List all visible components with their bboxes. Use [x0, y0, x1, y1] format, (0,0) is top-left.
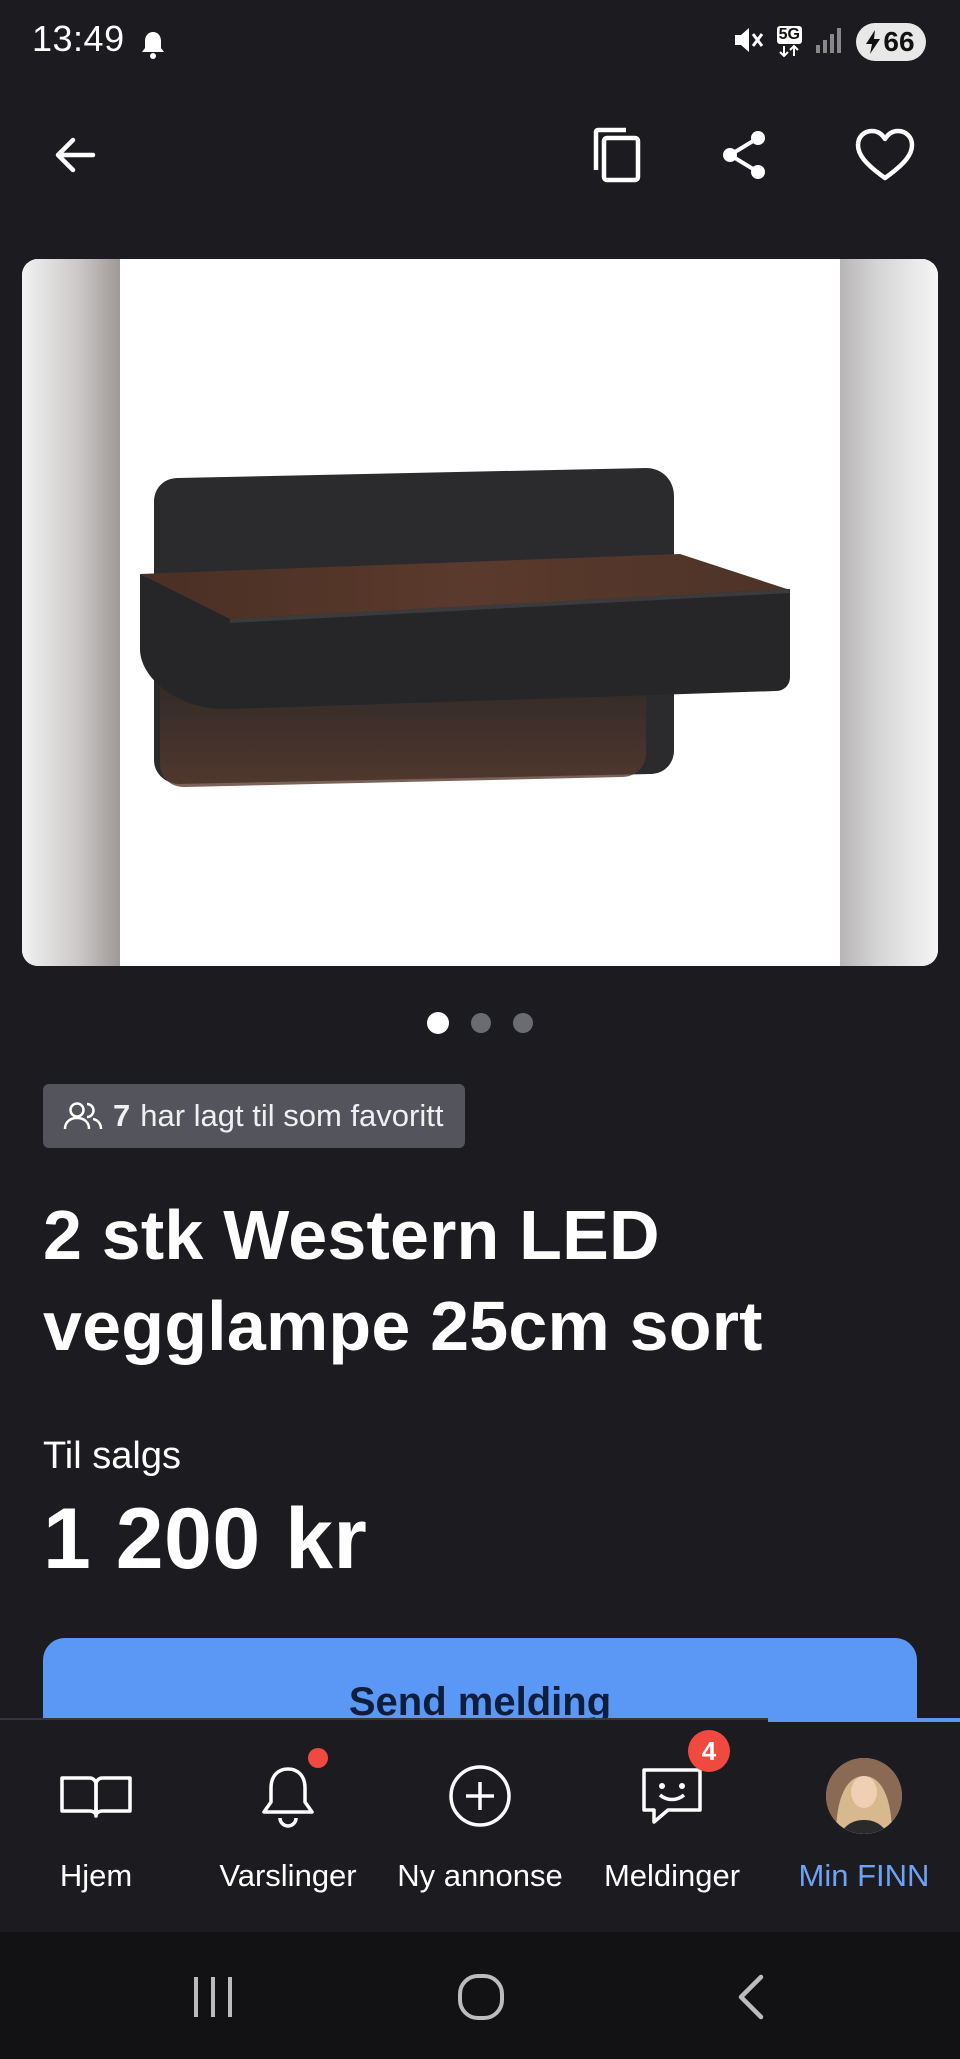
notifications-unread-dot	[308, 1748, 328, 1768]
messages-unread-badge: 4	[688, 1730, 730, 1772]
network-type-label: 5G	[776, 26, 802, 44]
pagination-dot-2[interactable]	[471, 1013, 491, 1033]
nav-item-min-finn[interactable]: Min FINN	[768, 1718, 960, 1932]
home-circle-icon	[458, 1974, 504, 2020]
nav-item-notifications[interactable]: Varslinger	[192, 1718, 384, 1932]
bottom-navigation: Hjem Varslinger Ny annonse 4 Meldinger M…	[0, 1718, 960, 1932]
status-bar: 13:49 5G 66	[0, 0, 960, 86]
mute-vibrate-icon	[731, 23, 765, 62]
nav-label-new-ad: Ny annonse	[397, 1858, 563, 1893]
nav-item-home[interactable]: Hjem	[0, 1718, 192, 1932]
network-5g-icon: 5G	[776, 26, 802, 58]
back-button[interactable]	[42, 122, 108, 188]
favorites-text: har lagt til som favoritt	[140, 1098, 444, 1133]
listing-title: 2 stk Western LED vegglampe 25cm sort	[43, 1196, 763, 1365]
listing-price: 1 200 kr	[43, 1491, 368, 1587]
carousel-pagination	[0, 1012, 960, 1034]
notification-bell-status-icon	[140, 30, 166, 65]
book-icon	[54, 1754, 138, 1838]
sale-type-label: Til salgs	[43, 1435, 181, 1477]
system-back-button[interactable]	[716, 1962, 786, 2032]
share-icon	[723, 131, 765, 179]
copy-icon	[593, 127, 641, 183]
heart-icon	[855, 128, 915, 181]
profile-avatar	[826, 1758, 902, 1834]
system-navigation-bar	[0, 1932, 960, 2059]
favorites-count: 7	[113, 1098, 131, 1133]
users-icon	[63, 1102, 103, 1130]
recent-apps-button[interactable]	[178, 1962, 248, 2032]
top-app-bar	[0, 100, 960, 210]
signal-icon	[814, 25, 844, 60]
pagination-dot-1[interactable]	[427, 1012, 449, 1034]
nav-label-min-finn: Min FINN	[798, 1858, 930, 1893]
nav-label-notifications: Varslinger	[219, 1858, 357, 1893]
charging-icon	[866, 30, 881, 54]
nav-item-new-ad[interactable]: Ny annonse	[384, 1718, 576, 1932]
nav-label-messages: Meldinger	[603, 1858, 741, 1893]
chevron-left-icon	[738, 1974, 764, 2020]
nav-item-messages[interactable]: 4 Meldinger	[576, 1718, 768, 1932]
status-icons: 5G 66	[731, 22, 926, 62]
nav-label-home: Hjem	[59, 1858, 133, 1893]
favorite-button[interactable]	[852, 122, 918, 188]
copy-button[interactable]	[584, 122, 650, 188]
listing-image-carousel[interactable]	[22, 259, 938, 966]
battery-indicator: 66	[856, 23, 926, 61]
status-time: 13:49	[32, 18, 125, 59]
arrow-left-icon	[55, 137, 96, 173]
product-photo-wall-lamp	[140, 468, 790, 787]
pagination-dot-3[interactable]	[513, 1013, 533, 1033]
avatar	[822, 1754, 906, 1838]
favorites-count-badge: 7 har lagt til som favoritt	[43, 1084, 466, 1148]
plus-circle-icon	[438, 1754, 522, 1838]
share-button[interactable]	[711, 122, 777, 188]
battery-level: 66	[883, 26, 915, 57]
home-button[interactable]	[446, 1962, 516, 2032]
recent-apps-icon	[194, 1977, 232, 2017]
